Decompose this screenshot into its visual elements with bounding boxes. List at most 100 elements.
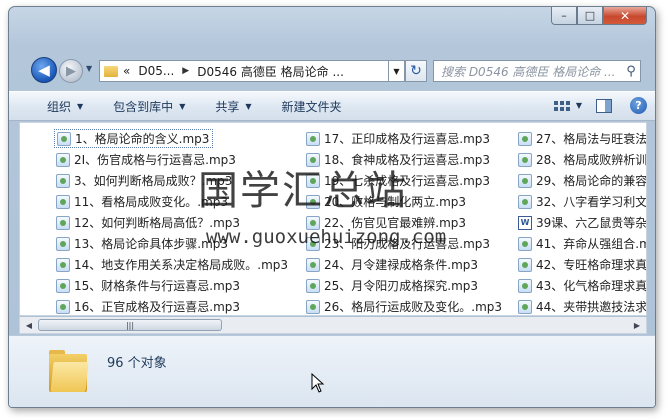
chevron-down-icon: ▼ [77, 101, 84, 111]
item-count: 96 个对象 [107, 356, 167, 371]
include-in-library-label: 包含到库中 [113, 99, 174, 114]
file-list: 1、格局论命的含义.mp3 2I、伤官成格与行运喜忌.mp3 3、如何判断格局成… [19, 122, 647, 316]
help-icon[interactable]: ? [630, 97, 647, 114]
address-dropdown-button[interactable]: ▼ [389, 60, 405, 82]
audio-file-icon [518, 194, 532, 209]
chevron-down-icon: ▼ [245, 101, 252, 111]
file-name: 16、正官成格及行运喜忌.mp3 [74, 300, 241, 314]
close-button[interactable]: ✕ [603, 7, 647, 25]
audio-file-icon [306, 131, 320, 146]
file-name: 27、格局法与旺衰法的 [536, 132, 647, 146]
audio-file-icon [56, 236, 70, 251]
chevron-down-icon: ▼ [179, 101, 186, 111]
file-item[interactable]: 17、正印成格及行运喜忌.mp3 [304, 129, 490, 148]
file-item[interactable]: 27、格局法与旺衰法的 [516, 129, 647, 148]
file-item[interactable]: W 39课、六乙鼠贵等杂格 [516, 213, 647, 232]
audio-file-icon [306, 257, 320, 272]
audio-file-icon [56, 152, 70, 167]
file-item[interactable]: 16、正官成格及行运喜忌.mp3 [54, 297, 241, 315]
scroll-left-button[interactable]: ◀ [22, 319, 36, 331]
details-pane: 96 个对象 [9, 335, 655, 407]
horizontal-scrollbar[interactable]: ◀ ||| ▶ [19, 317, 647, 334]
scroll-right-button[interactable]: ▶ [630, 319, 644, 331]
search-input[interactable]: 搜索 D0546 高德臣 格局论命 ... [434, 63, 622, 80]
file-item[interactable]: 1、格局论命的含义.mp3 [54, 129, 214, 148]
address-bar[interactable]: « D05... ▶ D0546 高德臣 格局论命 ... [99, 60, 389, 82]
caption-buttons: – □ ✕ [551, 7, 647, 25]
view-options-icon[interactable] [553, 98, 572, 114]
file-item[interactable]: 44、夹带拱邀技法求真 [516, 297, 647, 315]
breadcrumb-overflow[interactable]: « [123, 64, 130, 78]
preview-pane-icon[interactable] [596, 98, 612, 113]
file-item[interactable]: 28、格局成败辨析训练 [516, 150, 647, 169]
back-button[interactable]: ◀ [31, 57, 57, 83]
file-item[interactable]: 13、格局论命具体步骤.mp3 [54, 234, 228, 253]
folder-icon [49, 350, 89, 394]
audio-file-icon [56, 215, 70, 230]
file-item[interactable]: 14、地支作用关系决定格局成败。.mp3 [54, 255, 288, 274]
audio-file-icon [56, 257, 70, 272]
include-in-library-menu[interactable]: 包含到库中 ▼ [113, 98, 185, 115]
file-item[interactable]: 24、月令建禄成格条件.mp3 [304, 255, 478, 274]
audio-file-icon [518, 131, 532, 146]
audio-file-icon [56, 299, 70, 314]
file-item[interactable]: 26、格局行运成败及变化。.mp3 [304, 297, 503, 315]
command-bar: 组织 ▼ 包含到库中 ▼ 共享 ▼ 新建文件夹 ▼ ? [9, 91, 655, 121]
breadcrumb-separator-icon[interactable]: ▶ [182, 66, 189, 76]
file-item[interactable]: 29、格局论命的兼容类 [516, 171, 647, 190]
new-folder-label: 新建文件夹 [281, 99, 342, 114]
refresh-icon: ↻ [410, 63, 422, 79]
watermark-url: www.guoxuehuizong.com [206, 226, 447, 248]
file-name: 39课、六乙鼠贵等杂格 [536, 216, 647, 230]
scrollbar-thumb[interactable]: ||| [38, 319, 222, 331]
minimize-button[interactable]: – [551, 7, 577, 25]
refresh-button[interactable]: ↻ [405, 60, 427, 82]
file-item[interactable]: 32、八字看学习利文档 [516, 192, 647, 211]
file-name: 17、正印成格及行运喜忌.mp3 [324, 132, 491, 146]
file-name: 42、专旺格命理求真. [536, 258, 647, 272]
file-name: 28、格局成败辨析训练 [536, 153, 647, 167]
file-name: 25、月令阳刃成格探究.mp3 [324, 279, 479, 293]
audio-file-icon [306, 299, 320, 314]
file-name: 32、八字看学习利文档 [536, 195, 647, 209]
audio-file-icon [518, 173, 532, 188]
audio-file-icon [518, 152, 532, 167]
search-box[interactable]: 搜索 D0546 高德臣 格局论命 ... ⚲ [433, 60, 641, 82]
file-item[interactable]: 43、化气格命理求真. [516, 276, 647, 295]
breadcrumb-parent[interactable]: D05... [138, 64, 174, 78]
organize-label: 组织 [47, 99, 72, 114]
file-item[interactable]: 25、月令阳刃成格探究.mp3 [304, 276, 478, 295]
file-name: 29、格局论命的兼容类 [536, 174, 647, 188]
mouse-cursor-icon [311, 373, 325, 393]
file-name: 15、财格条件与行运喜忌.mp3 [74, 279, 241, 293]
watermark-text: 国学汇总站 [198, 168, 408, 214]
file-name: 43、化气格命理求真. [536, 279, 647, 293]
audio-file-icon [518, 278, 532, 293]
file-item[interactable]: 15、财格条件与行运喜忌.mp3 [54, 276, 240, 295]
audio-file-icon [518, 236, 532, 251]
maximize-button[interactable]: □ [577, 7, 603, 25]
share-menu[interactable]: 共享 ▼ [215, 98, 251, 115]
search-icon[interactable]: ⚲ [622, 64, 640, 79]
breadcrumb-current[interactable]: D0546 高德臣 格局论命 ... [197, 63, 344, 80]
file-name: 14、地支作用关系决定格局成败。.mp3 [74, 258, 289, 272]
file-item[interactable]: 41、弃命从强组合.mp [516, 234, 646, 253]
navigation-bar: ◀ ▶ ▼ « D05... ▶ D0546 高德臣 格局论命 ... ▼ ↻ … [9, 53, 655, 85]
organize-menu[interactable]: 组织 ▼ [47, 98, 83, 115]
toolbar-right: ▼ ? [553, 97, 647, 114]
audio-file-icon [518, 299, 532, 314]
new-folder-button[interactable]: 新建文件夹 [282, 98, 342, 115]
word-document-icon: W [518, 215, 532, 230]
recent-pages-dropdown[interactable]: ▼ [86, 64, 92, 73]
forward-arrow-icon: ▶ [66, 63, 76, 79]
file-name: 1、格局论命的含义.mp3 [75, 132, 210, 146]
file-item[interactable]: 42、专旺格命理求真. [516, 255, 647, 274]
forward-button[interactable]: ▶ [59, 59, 83, 83]
share-label: 共享 [215, 99, 240, 114]
audio-file-icon [56, 173, 70, 188]
file-name: 26、格局行运成败及变化。.mp3 [324, 300, 503, 314]
view-options-dropdown[interactable]: ▼ [576, 101, 582, 110]
file-name: 13、格局论命具体步骤.mp3 [74, 237, 229, 251]
audio-file-icon [518, 257, 532, 272]
file-name: 44、夹带拱邀技法求真 [536, 300, 647, 314]
